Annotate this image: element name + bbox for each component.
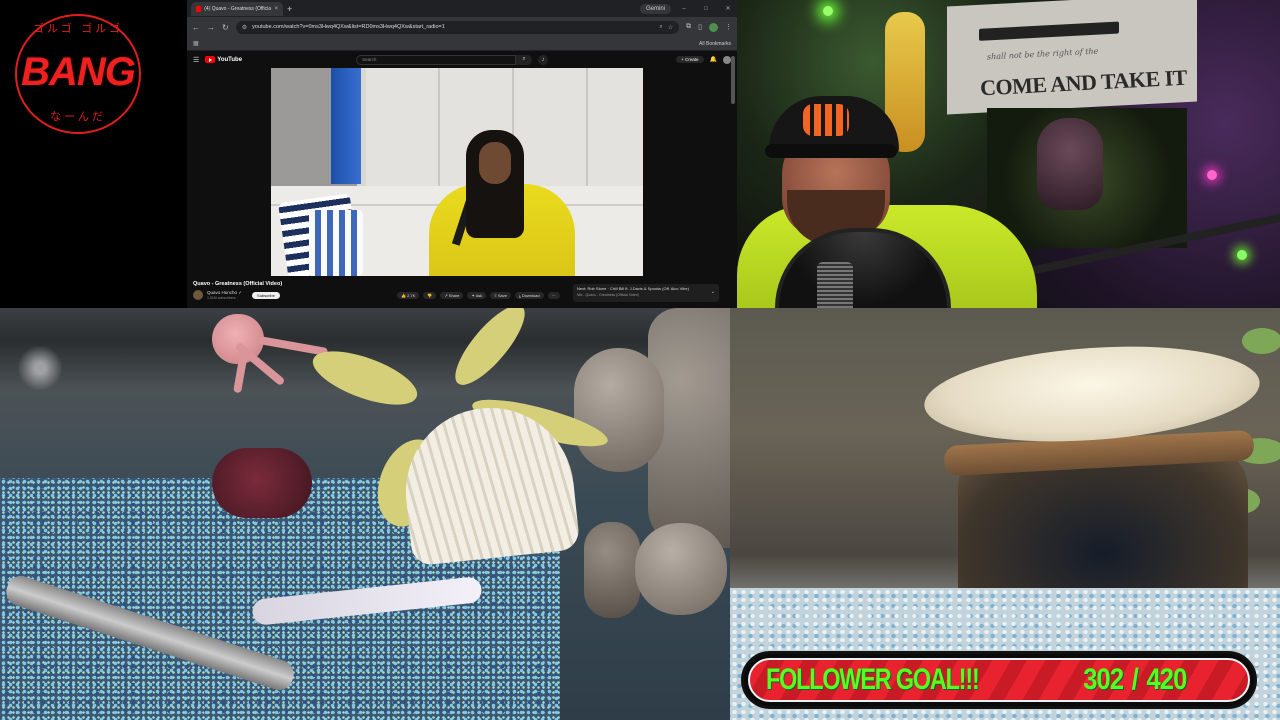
aquarium-rock (635, 523, 727, 615)
tab-bar: (4) Quavo - Greatness (Official Vi... × … (187, 0, 737, 17)
mix-title: Mix - Quavo - Greatness (Official Video) (577, 293, 639, 297)
party-light (1207, 170, 1217, 180)
youtube-play-icon (205, 56, 216, 63)
download-button[interactable]: ⤓ Download (514, 292, 544, 299)
up-next-title: Next: Rob Stone · Chill Bill ft. J.Davis… (577, 286, 689, 291)
follower-goal-current: 302 (1082, 663, 1124, 696)
video-actions: 👍 2.7K 👎 ↗ Share ✦ Ask ≡ Save ⤓ Download… (397, 292, 560, 299)
logo-word: BANG (21, 50, 136, 94)
follower-goal-fill: FOLLOWER GOAL!!! 302 / 420 (748, 658, 1250, 702)
follower-goal-separator: / (1131, 663, 1138, 696)
address-bar[interactable]: ⚙ youtube.com/watch?v=0ms3Hwq4QXw&list=R… (235, 20, 680, 34)
webcam-feed: shall not be the right of the COME AND T… (737, 0, 1280, 308)
profile-avatar[interactable] (709, 22, 718, 32)
extensions-icon[interactable]: ⧉ (686, 23, 691, 31)
aquarium-cam-left (0, 308, 730, 720)
tab-youtube[interactable]: (4) Quavo - Greatness (Official Vi... × (191, 1, 283, 16)
party-light (1237, 250, 1247, 260)
save-button[interactable]: ≡ Save (490, 292, 511, 299)
youtube-avatar[interactable] (723, 55, 731, 64)
youtube-logo-text: YouTube (217, 56, 243, 63)
share-button[interactable]: ↗ Share (440, 292, 464, 299)
video-scene-pillow-blue (309, 210, 363, 276)
flag-rifle-graphic (979, 21, 1119, 41)
channel-row: Quavo Huncho ✓ 1.81M subscribers Subscri… (193, 290, 280, 300)
bookmarks-bar: ▦ All Bookmarks (187, 37, 737, 51)
search-icon[interactable]: ⌕ (516, 54, 533, 65)
tab-title: (4) Quavo - Greatness (Official Vi... (204, 5, 272, 12)
maximize-icon[interactable]: □ (697, 6, 715, 12)
youtube-favicon-icon (196, 5, 202, 12)
channel-subscribers: 1.81M subscribers (207, 296, 236, 300)
new-tab-button[interactable]: + (287, 4, 292, 14)
forward-icon[interactable]: → (207, 23, 215, 32)
browser-menu-icon[interactable]: ⋮ (725, 23, 732, 31)
party-light (823, 6, 833, 16)
aquarium-rock (574, 348, 664, 472)
video-scene-blue-panel (331, 68, 361, 184)
dislike-button[interactable]: 👎 (423, 292, 437, 299)
flag-subtext: shall not be the right of the (987, 46, 1099, 62)
youtube-header: ☰ YouTube Search ⌕ ♪ + Create 🔔 (187, 51, 737, 68)
site-info-icon[interactable]: ⚙ (242, 24, 247, 31)
logo-ring-top-text: ゴルゴ ゴルゴ (32, 22, 124, 35)
back-icon[interactable]: ← (192, 23, 200, 32)
all-bookmarks-button[interactable]: All Bookmarks (699, 41, 731, 47)
subscribe-button[interactable]: Subscribe (252, 291, 280, 299)
aquarium-rock (584, 522, 640, 618)
apps-grid-icon[interactable]: ▦ (193, 40, 199, 47)
microphone-grille (817, 262, 853, 308)
video-scene-person-face (479, 142, 511, 184)
like-button[interactable]: 👍 2.7K (397, 292, 420, 299)
aquarium-plant-leaf (306, 340, 424, 416)
channel-info: Quavo Huncho ✓ 1.81M subscribers (207, 290, 242, 300)
reload-icon[interactable]: ↻ (222, 23, 229, 32)
minimize-icon[interactable]: – (675, 6, 693, 12)
zoom-icon[interactable]: ⌕ (659, 24, 662, 31)
channel-avatar[interactable] (193, 290, 203, 300)
follower-goal-label: FOLLOWER GOAL!!! (766, 663, 980, 696)
aquarium-plant-leaf (1242, 328, 1280, 354)
hamburger-menu-icon[interactable]: ☰ (193, 56, 199, 64)
gemini-button[interactable]: Gemini (639, 3, 671, 14)
search-placeholder: Search (362, 57, 377, 62)
aquarium-coral (212, 448, 312, 518)
address-url: youtube.com/watch?v=0ms3Hwq4QXw&list=RD0… (252, 24, 445, 30)
notifications-bell-icon[interactable]: 🔔 (710, 56, 717, 63)
browser-window: (4) Quavo - Greatness (Official Vi... × … (187, 0, 737, 308)
bubbles (0, 328, 80, 408)
up-next-panel[interactable]: Next: Rob Stone · Chill Bill ft. J.Davis… (573, 284, 719, 302)
skull-graphic (1037, 118, 1103, 210)
youtube-search-input[interactable]: Search (356, 54, 517, 65)
more-actions-button[interactable]: ⋯ (547, 292, 560, 299)
close-window-icon[interactable]: ✕ (719, 5, 737, 12)
cap-logo (803, 104, 849, 136)
bang-logo: ゴルゴ ゴルゴ BANG なーんだ (15, 14, 141, 134)
tab-close-icon[interactable]: × (274, 6, 278, 12)
page-scrollbar[interactable] (731, 56, 735, 104)
follower-goal-bar: FOLLOWER GOAL!!! 302 / 420 (741, 651, 1257, 709)
microphone-icon[interactable]: ♪ (538, 54, 549, 65)
stream-layout: ゴルゴ ゴルゴ BANG なーんだ (4) Quavo - Greatness … (0, 0, 1280, 720)
ask-button[interactable]: ✦ Ask (467, 292, 487, 299)
chevron-down-icon[interactable]: ⌄ (711, 289, 715, 295)
logo-ring-bottom-text: なーんだ (50, 110, 106, 123)
logo-panel: ゴルゴ ゴルゴ BANG なーんだ (0, 0, 187, 308)
aquarium-plant-leaf (444, 308, 536, 395)
follower-goal-count: 302 / 420 (1082, 663, 1187, 697)
follower-goal-target: 420 (1145, 663, 1187, 696)
video-title: Quavo - Greatness (Official Video) (193, 281, 283, 287)
create-button[interactable]: + Create (676, 56, 704, 63)
video-player[interactable] (271, 68, 643, 276)
cap-brim (765, 144, 897, 158)
youtube-logo[interactable]: YouTube (205, 56, 242, 63)
side-panel-icon[interactable]: ▯ (698, 23, 702, 31)
browser-toolbar: ← → ↻ ⚙ youtube.com/watch?v=0ms3Hwq4QXw&… (187, 17, 737, 37)
bookmark-star-icon[interactable]: ☆ (668, 24, 673, 31)
